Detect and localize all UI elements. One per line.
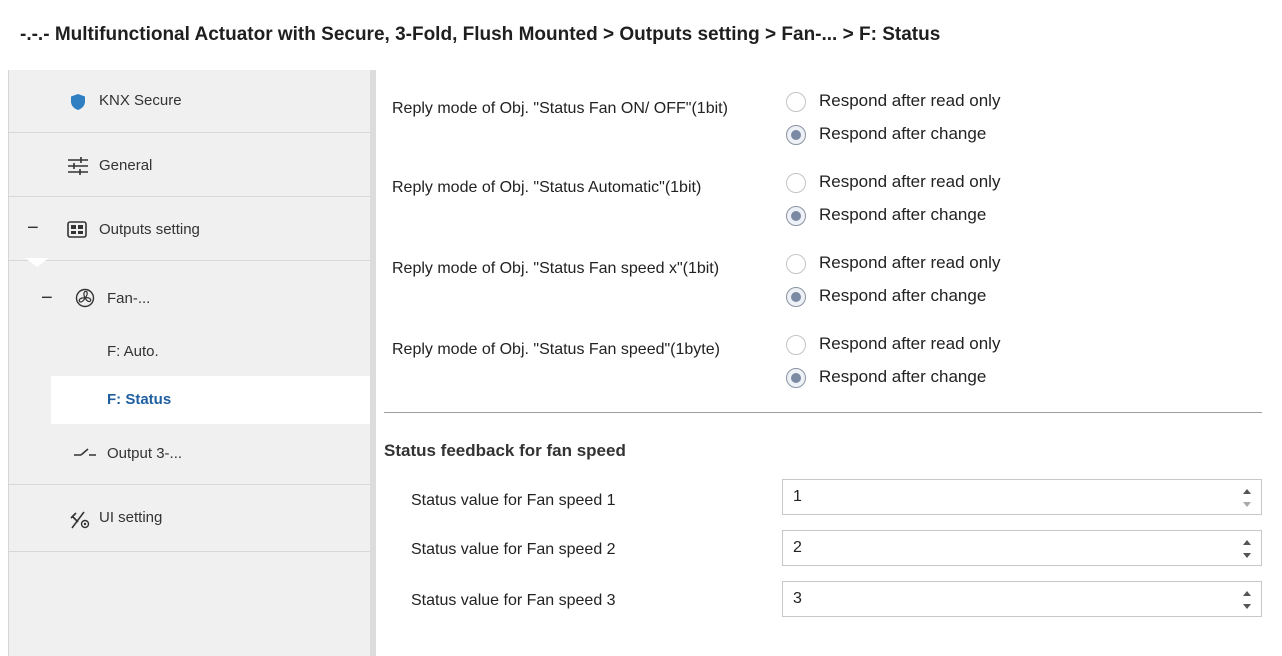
radio-circle[interactable]: [786, 368, 806, 388]
radio-label: Respond after change: [819, 286, 987, 305]
breadcrumb-title: -.-.- Multifunctional Actuator with Secu…: [20, 24, 941, 45]
spin-up-icon[interactable]: [1241, 589, 1253, 599]
radio-label: Respond after change: [819, 205, 987, 224]
fan-speed-2-input[interactable]: [793, 537, 1213, 559]
radio-label: Respond after read only: [819, 253, 1001, 272]
spin-down-icon[interactable]: [1241, 550, 1253, 560]
field-label-fan-speed-1: Status value for Fan speed 1: [411, 492, 616, 509]
tree-pointer: [25, 258, 49, 267]
param-label-status-fan-speed-x: Reply mode of Obj. "Status Fan speed x"(…: [392, 260, 720, 277]
collapse-toggle[interactable]: −: [27, 218, 39, 238]
collapse-toggle[interactable]: −: [41, 288, 53, 308]
sidebar-item-label: Outputs setting: [99, 221, 200, 238]
radio-label: Respond after change: [819, 124, 987, 143]
sidebar-item-label: General: [99, 157, 153, 174]
sidebar-item-knx-secure[interactable]: KNX Secure: [9, 70, 371, 132]
sidebar-item-f-status[interactable]: F: Status: [51, 376, 371, 424]
sidebar-item-label: UI setting: [99, 509, 163, 526]
divider: [9, 551, 371, 552]
shield-icon: [71, 94, 85, 110]
radio-circle[interactable]: [786, 287, 806, 307]
radio-circle[interactable]: [786, 125, 806, 145]
parameter-panel: Reply mode of Obj. "Status Fan ON/ OFF"(…: [376, 70, 1282, 656]
sidebar-item-output-3[interactable]: Output 3-...: [9, 425, 371, 483]
radio-circle[interactable]: [786, 92, 806, 112]
sidebar-item-label: F: Status: [107, 391, 172, 408]
param-label-status-fan-on-off: Reply mode of Obj. "Status Fan ON/ OFF"(…: [392, 100, 728, 117]
sidebar-item-label: F: Auto.: [107, 343, 159, 360]
spin-down-icon[interactable]: [1241, 499, 1253, 509]
radio-label: Respond after read only: [819, 91, 1001, 110]
spin-down-icon[interactable]: [1241, 601, 1253, 611]
spinbox-fan-speed-1[interactable]: [782, 479, 1262, 515]
sidebar-item-general[interactable]: General: [9, 133, 371, 195]
fan-speed-3-input[interactable]: [793, 588, 1213, 610]
divider: [9, 260, 371, 261]
sidebar-item-label: Fan-...: [107, 290, 151, 307]
section-divider: [384, 412, 1262, 413]
title-bar: -.-.- Multifunctional Actuator with Secu…: [0, 0, 1282, 70]
radio-circle[interactable]: [786, 254, 806, 274]
param-label-status-automatic: Reply mode of Obj. "Status Automatic"(1b…: [392, 179, 702, 196]
radio-circle[interactable]: [786, 206, 806, 226]
sliders-icon: [68, 157, 88, 175]
sidebar-item-f-auto[interactable]: F: Auto.: [9, 328, 371, 378]
ui-setting-icon: [70, 511, 90, 529]
param-label-status-fan-speed-1byte: Reply mode of Obj. "Status Fan speed"(1b…: [392, 341, 720, 358]
sidebar-item-ui-setting[interactable]: UI setting: [9, 485, 371, 551]
sidebar-item-fan[interactable]: − Fan-...: [9, 268, 371, 328]
outputs-grid-icon: [67, 221, 87, 238]
radio-label: Respond after read only: [819, 172, 1001, 191]
sidebar-item-outputs-setting[interactable]: − Outputs setting: [9, 197, 371, 259]
sidebar-item-label: Output 3-...: [107, 445, 183, 462]
radio-circle[interactable]: [786, 335, 806, 355]
switch-icon: [74, 448, 96, 456]
section-title: Status feedback for fan speed: [384, 441, 626, 460]
radio-label: Respond after read only: [819, 334, 1001, 353]
fan-speed-1-input[interactable]: [793, 486, 1213, 508]
radio-circle[interactable]: [786, 173, 806, 193]
spin-up-icon[interactable]: [1241, 538, 1253, 548]
field-label-fan-speed-2: Status value for Fan speed 2: [411, 541, 616, 558]
spin-up-icon[interactable]: [1241, 487, 1253, 497]
field-label-fan-speed-3: Status value for Fan speed 3: [411, 592, 616, 609]
spinbox-fan-speed-3[interactable]: [782, 581, 1262, 617]
fan-icon: [75, 288, 95, 308]
sidebar: KNX Secure General − Outputs setting − F…: [8, 70, 371, 656]
spinbox-fan-speed-2[interactable]: [782, 530, 1262, 566]
sidebar-item-label: KNX Secure: [99, 92, 182, 109]
radio-label: Respond after change: [819, 367, 987, 386]
